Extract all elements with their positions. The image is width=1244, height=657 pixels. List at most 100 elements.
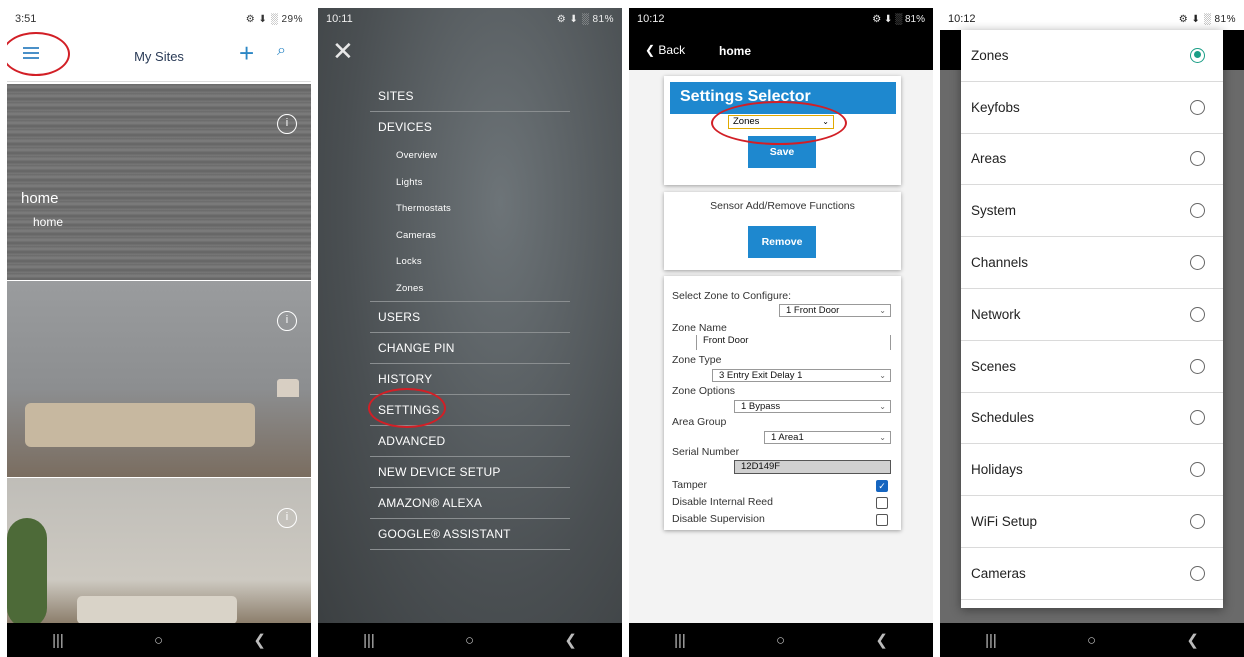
recent-apps-icon[interactable]: ||| [985, 632, 997, 649]
option-holidays[interactable]: Holidays [961, 444, 1223, 497]
disable-reed-checkbox[interactable] [876, 497, 888, 509]
home-icon[interactable]: ○ [776, 632, 785, 649]
menu-item-cameras[interactable]: Cameras [370, 223, 570, 250]
menu-item-amazon-alexa[interactable]: AMAZON® ALEXA [370, 488, 570, 519]
option-cameras[interactable]: Cameras [961, 548, 1223, 600]
disable-supervision-checkbox[interactable] [876, 514, 888, 526]
highlight-circle [368, 388, 446, 428]
sofa-image [25, 403, 255, 447]
radio-icon[interactable] [1190, 358, 1205, 374]
menu-item-advanced[interactable]: ADVANCED [370, 426, 570, 457]
chevron-down-icon: ⌄ [879, 371, 886, 380]
option-label: Zones [971, 47, 1009, 63]
zone-configure-label: Select Zone to Configure: [672, 290, 792, 302]
search-icon[interactable]: ⌕ [277, 42, 286, 60]
status-time: 3:51 [15, 13, 37, 25]
recent-apps-icon[interactable]: ||| [52, 632, 64, 649]
zone-options-select[interactable]: 1 Bypass ⌄ [734, 400, 891, 413]
option-zones[interactable]: Zones [961, 30, 1223, 82]
tamper-checkbox[interactable]: ✓ [876, 480, 888, 492]
back-button[interactable]: ❮ Back [645, 43, 685, 57]
menu-item-overview[interactable]: Overview [370, 143, 570, 170]
status-icons: ⚙ ⬇ ░ 29% [245, 13, 303, 25]
chevron-down-icon: ⌄ [879, 433, 886, 442]
menu-item-devices[interactable]: DEVICES [370, 112, 570, 143]
highlight-circle [711, 101, 847, 145]
status-time: 10:11 [326, 13, 353, 25]
android-nav-bar: ||| ○ ❮ [940, 623, 1244, 657]
option-areas[interactable]: Areas [961, 134, 1223, 186]
option-network[interactable]: Network [961, 289, 1223, 341]
option-label: System [971, 203, 1017, 219]
menu-item-google-assistant[interactable]: GOOGLE® ASSISTANT [370, 519, 570, 550]
page-title: home [719, 44, 752, 58]
status-time: 10:12 [637, 13, 665, 25]
sensor-functions-card: Sensor Add/Remove Functions Remove [664, 192, 901, 270]
menu-item-users[interactable]: USERS [370, 302, 570, 333]
option-keyfobs[interactable]: Keyfobs [961, 82, 1223, 134]
add-site-icon[interactable]: + [239, 38, 254, 69]
zone-name-field[interactable]: Front Door [696, 335, 891, 350]
menu-item-zones[interactable]: Zones [370, 276, 570, 302]
area-group-select[interactable]: 1 Area1 ⌄ [764, 431, 891, 444]
side-menu-screen: 10:11 ⚙ ⬇ ░ 81% ✕ SITES DEVICES Overview… [318, 8, 622, 657]
radio-icon[interactable] [1190, 306, 1205, 322]
back-icon[interactable]: ❮ [253, 631, 266, 649]
home-icon[interactable]: ○ [154, 632, 163, 649]
radio-icon[interactable] [1190, 99, 1205, 115]
serial-number-field: 12D149F [734, 460, 891, 474]
status-icons: ⚙ ⬇ ░ 81% [872, 13, 925, 25]
site-card[interactable]: i [7, 478, 311, 628]
site-card[interactable]: i [7, 281, 311, 477]
info-icon[interactable]: i [277, 114, 297, 134]
option-scenes[interactable]: Scenes [961, 341, 1223, 393]
radio-icon[interactable] [1190, 151, 1205, 167]
option-wifi-setup[interactable]: WiFi Setup [961, 496, 1223, 548]
chevron-down-icon: ⌄ [879, 402, 886, 411]
home-icon[interactable]: ○ [465, 632, 474, 649]
radio-icon[interactable] [1190, 565, 1205, 581]
status-bar: 10:11 ⚙ ⬇ ░ 81% [318, 8, 622, 30]
option-label: Keyfobs [971, 99, 1020, 115]
recent-apps-icon[interactable]: ||| [363, 632, 375, 649]
serial-number-label: Serial Number [672, 446, 740, 458]
sofa-image [77, 596, 237, 624]
back-icon[interactable]: ❮ [875, 631, 888, 649]
close-icon[interactable]: ✕ [332, 38, 354, 64]
menu-item-change-pin[interactable]: CHANGE PIN [370, 333, 570, 364]
site-card-home[interactable]: i home home [7, 84, 311, 280]
radio-selected-icon[interactable] [1190, 47, 1205, 63]
info-icon[interactable]: i [277, 508, 297, 528]
info-icon[interactable]: i [277, 311, 297, 331]
back-icon[interactable]: ❮ [1186, 631, 1199, 649]
menu-item-new-device-setup[interactable]: NEW DEVICE SETUP [370, 457, 570, 488]
status-icons: ⚙ ⬇ ░ 81% [1178, 13, 1236, 25]
back-icon[interactable]: ❮ [564, 631, 577, 649]
plant-image [7, 518, 47, 628]
menu-item-sites[interactable]: SITES [370, 81, 570, 112]
radio-icon[interactable] [1190, 203, 1205, 219]
radio-icon[interactable] [1190, 255, 1205, 271]
status-icons: ⚙ ⬇ ░ 81% [556, 13, 614, 25]
option-label: Schedules [971, 410, 1035, 426]
remove-button[interactable]: Remove [748, 226, 816, 258]
radio-icon[interactable] [1190, 514, 1205, 530]
recent-apps-icon[interactable]: ||| [674, 632, 686, 649]
menu-item-lights[interactable]: Lights [370, 170, 570, 197]
site-subtitle: home [33, 215, 64, 229]
radio-icon[interactable] [1190, 410, 1205, 426]
option-label: Network [971, 306, 1021, 322]
zone-type-label: Zone Type [672, 354, 722, 366]
menu-item-thermostats[interactable]: Thermostats [370, 196, 570, 223]
option-channels[interactable]: Channels [961, 237, 1223, 289]
radio-icon[interactable] [1190, 462, 1205, 478]
zone-configure-select[interactable]: 1 Front Door ⌄ [779, 304, 891, 317]
zone-type-select[interactable]: 3 Entry Exit Delay 1 ⌄ [712, 369, 891, 382]
app-header: ❮ Back home [629, 30, 933, 70]
menu-item-locks[interactable]: Locks [370, 249, 570, 276]
option-system[interactable]: System [961, 185, 1223, 238]
home-icon[interactable]: ○ [1087, 632, 1096, 649]
my-sites-screen: 3:51 ⚙ ⬇ ░ 29% My Sites + ⌕ i home home … [7, 8, 311, 657]
tamper-label: Tamper [672, 479, 708, 491]
option-schedules[interactable]: Schedules [961, 393, 1223, 445]
